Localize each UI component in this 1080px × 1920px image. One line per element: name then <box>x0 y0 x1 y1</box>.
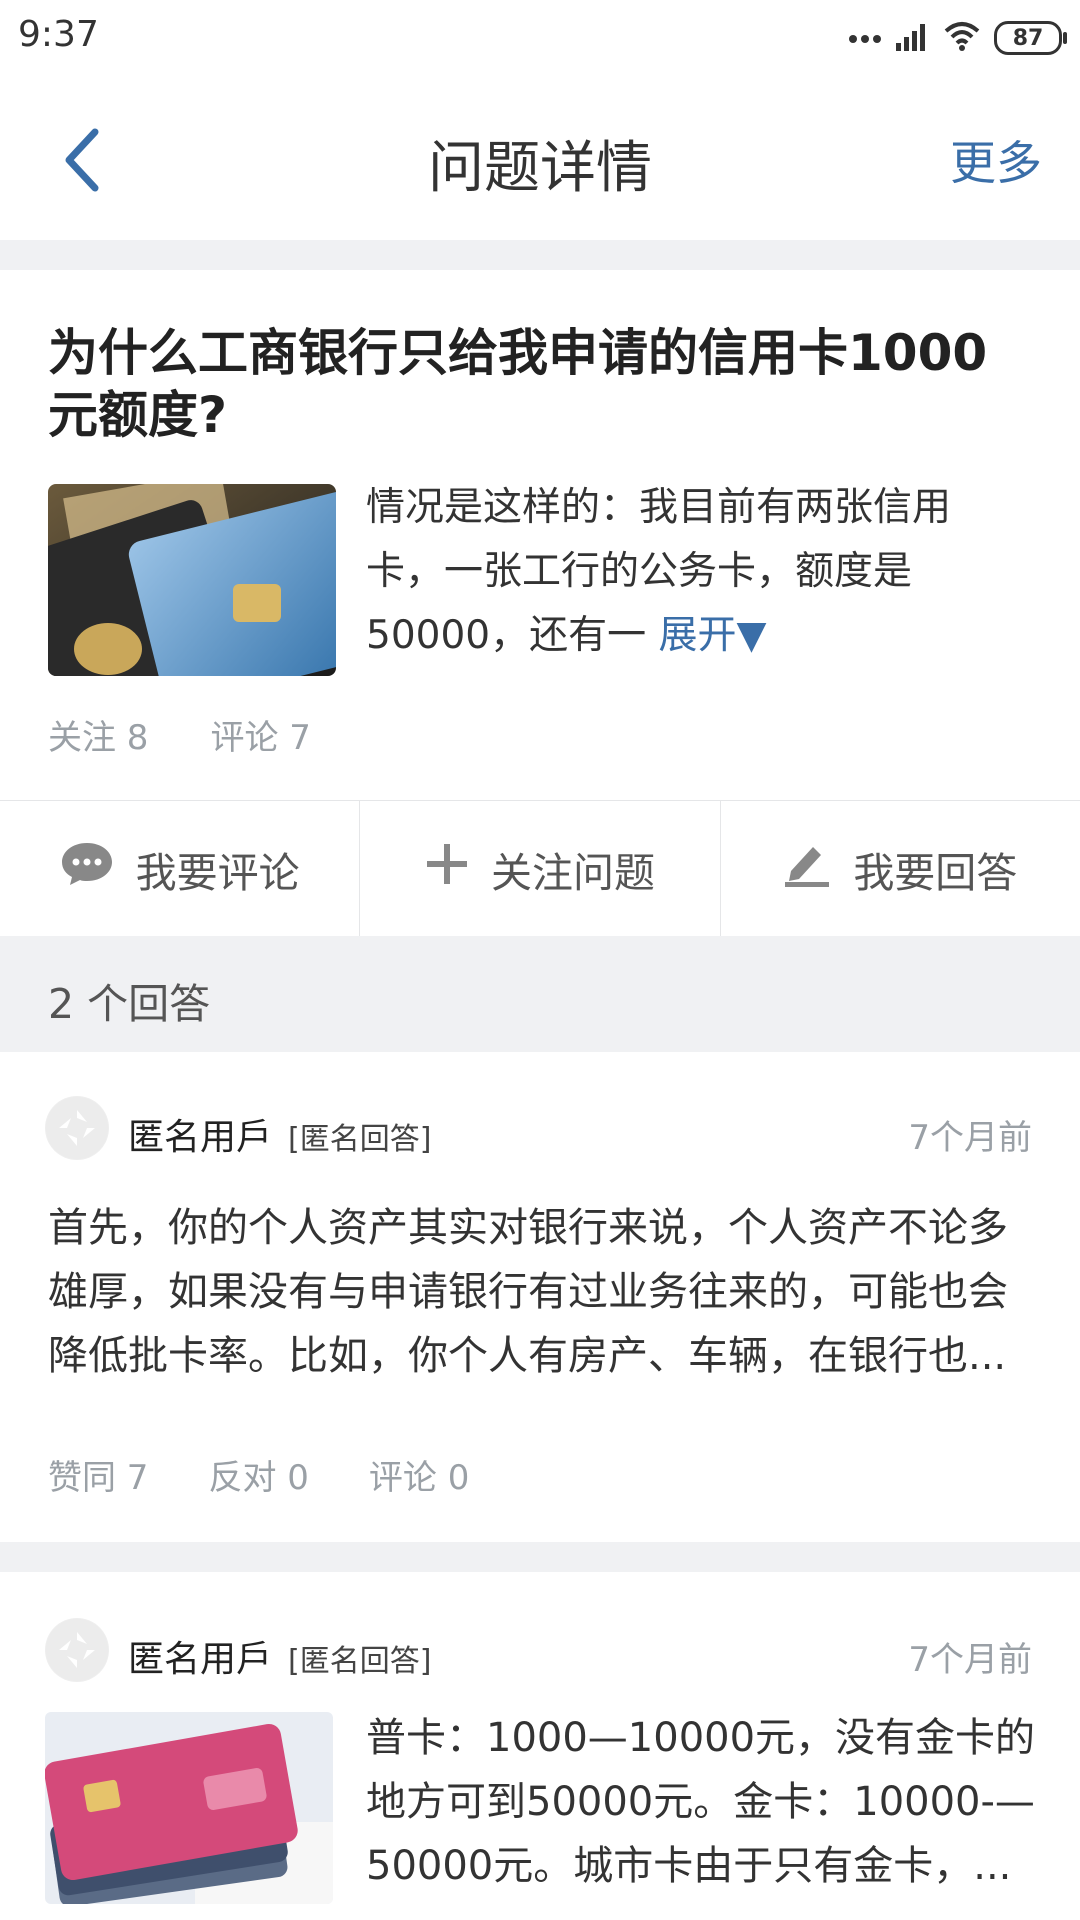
anonymous-avatar-icon <box>46 1097 108 1159</box>
action-bar: 我要评论 关注问题 我要回答 <box>0 800 1080 937</box>
question-title: 为什么工商银行只给我申请的信用卡1000元额度? <box>48 324 988 444</box>
comment-count[interactable]: 评论 7 <box>210 710 310 759</box>
answer-item[interactable]: 匿名用戶 [匿名回答] 7个月前 首先，你的个人资产其实对银行来说，个人资产不论多… <box>0 1052 1080 1542</box>
answer-button[interactable]: 我要回答 <box>721 801 1080 937</box>
battery-icon: 87 <box>994 21 1067 55</box>
follow-button-label: 关注问题 <box>490 849 655 897</box>
answers-header: 2 个回答 <box>0 936 1080 1052</box>
anonymous-tag: [匿名回答] <box>288 1122 432 1157</box>
section-divider <box>0 1542 1080 1572</box>
status-bar: 9:37 87 <box>0 0 1080 75</box>
chat-bubble-icon <box>60 841 114 897</box>
comment-button[interactable]: 我要评论 <box>0 801 361 937</box>
answer-comment-count[interactable]: 评论 0 <box>369 1450 469 1499</box>
answer-item[interactable]: 匿名用戶 [匿名回答] 7个月前 普卡：1000—10000元，没有金卡的地方可到… <box>0 1572 1080 1920</box>
agree-count[interactable]: 赞同 7 <box>48 1450 148 1499</box>
more-button[interactable]: 更多 <box>950 127 1042 193</box>
answer-body: 普卡：1000—10000元，没有金卡的地方可到50000元。金卡：10000-… <box>366 1715 1036 1889</box>
author-name: 匿名用戶 [匿名回答] <box>128 1108 431 1160</box>
status-time: 9:37 <box>18 14 99 55</box>
plus-icon <box>425 842 469 896</box>
answer-button-label: 我要回答 <box>853 849 1018 897</box>
author-name: 匿名用戶 [匿名回答] <box>128 1630 431 1682</box>
question-stats: 关注 8 评论 7 <box>48 710 311 759</box>
answer-image[interactable] <box>45 1712 333 1904</box>
question-body: 情况是这样的：我目前有两张信用卡，一张工行的公务卡，额度是50000，还有一 展… <box>366 476 1006 668</box>
author-name-text: 匿名用戶 <box>128 1117 273 1158</box>
answer-time: 7个月前 <box>908 1640 1032 1680</box>
comment-button-label: 我要评论 <box>135 849 300 897</box>
expand-link[interactable]: 展开▼ <box>658 613 766 658</box>
answer-time: 7个月前 <box>908 1118 1032 1158</box>
anonymous-tag: [匿名回答] <box>288 1644 432 1679</box>
author-name-text: 匿名用戶 <box>128 1639 273 1680</box>
wifi-icon <box>944 21 980 55</box>
disagree-count[interactable]: 反对 0 <box>208 1450 308 1499</box>
question-card: 为什么工商银行只给我申请的信用卡1000元额度? 情况是这样的：我目前有两张信用… <box>0 270 1080 800</box>
avatar[interactable] <box>45 1096 109 1160</box>
avatar[interactable] <box>45 1618 109 1682</box>
page-title: 问题详情 <box>428 136 652 201</box>
section-divider <box>0 240 1080 270</box>
more-dots-icon <box>848 29 882 48</box>
status-icons: 87 <box>848 14 1067 62</box>
follow-question-button[interactable]: 关注问题 <box>360 801 721 937</box>
anonymous-avatar-icon <box>46 1619 108 1681</box>
answer-body: 首先，你的个人资产其实对银行来说，个人资产不论多雄厚，如果没有与申请银行有过业务… <box>48 1205 1008 1379</box>
pencil-icon <box>783 841 831 897</box>
follow-count[interactable]: 关注 8 <box>48 710 148 759</box>
answers-count: 2 个回答 <box>48 980 211 1028</box>
signal-icon <box>896 21 930 55</box>
question-image[interactable] <box>48 484 336 676</box>
nav-bar: 问题详情 更多 <box>0 75 1080 240</box>
answer-stats: 赞同 7 反对 0 评论 0 <box>48 1450 469 1499</box>
